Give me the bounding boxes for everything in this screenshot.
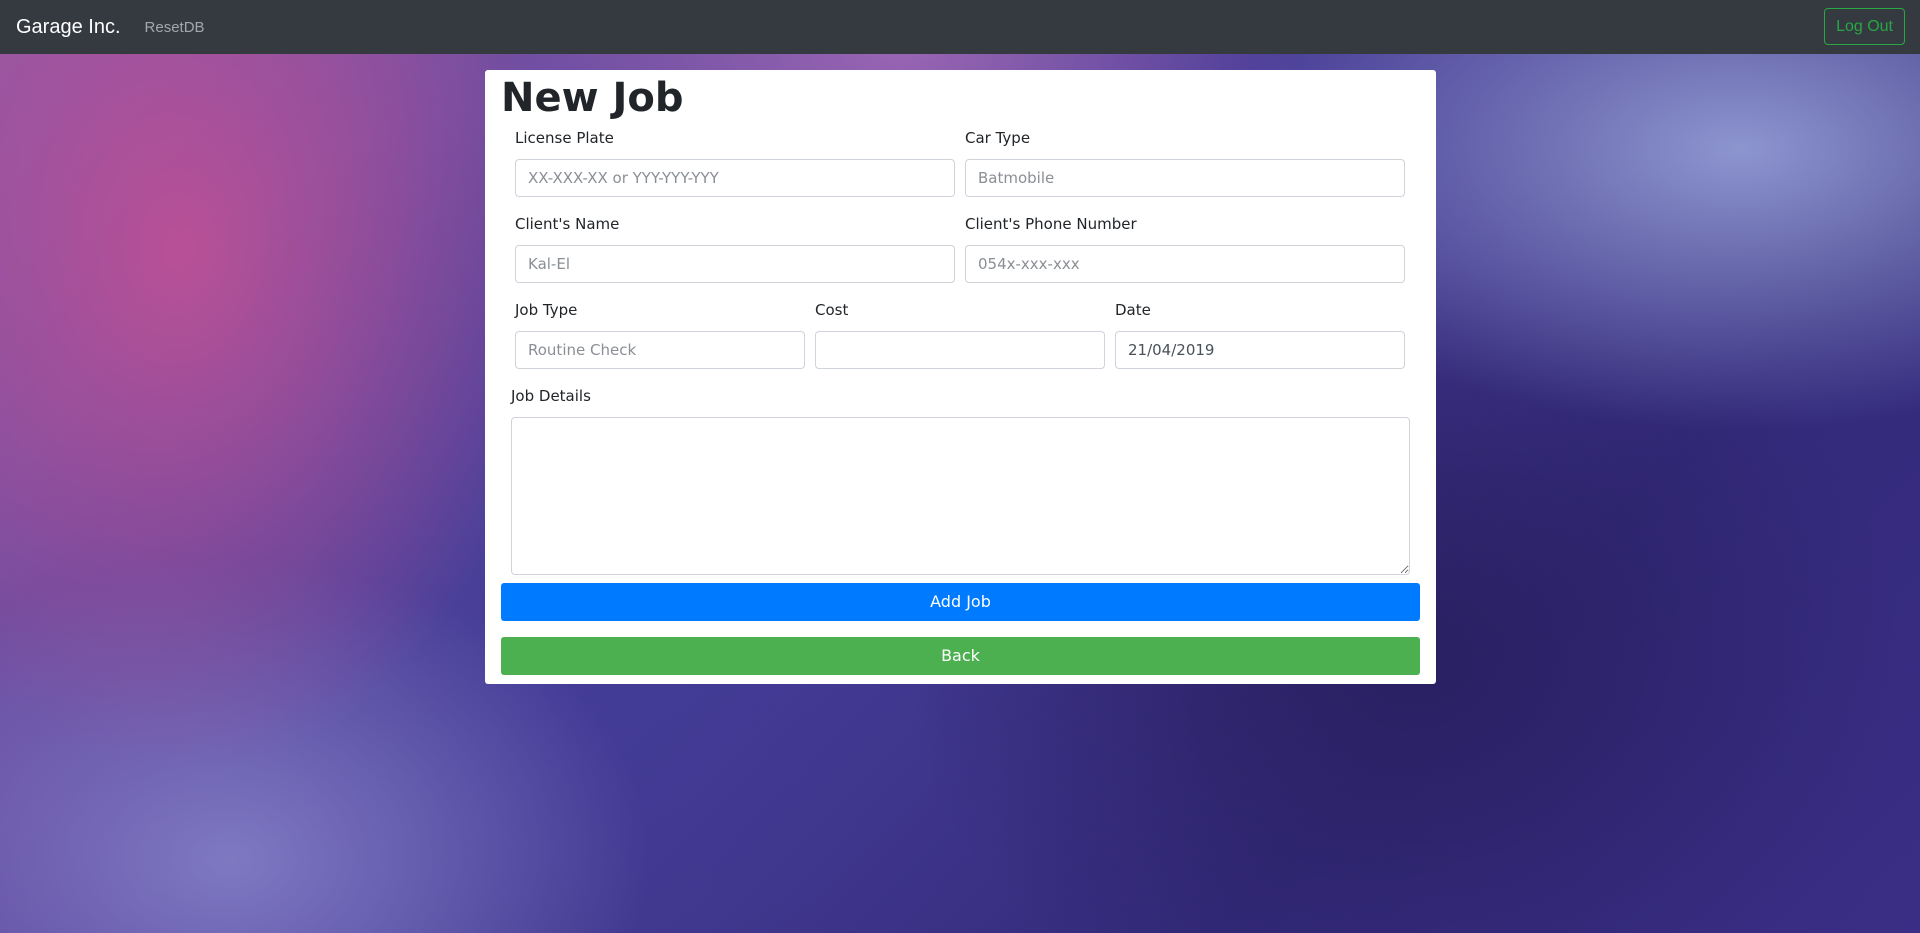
- job-details-textarea[interactable]: [511, 417, 1410, 575]
- logout-button[interactable]: Log Out: [1824, 8, 1905, 45]
- client-phone-label: Client's Phone Number: [965, 215, 1137, 233]
- car-type-label: Car Type: [965, 129, 1031, 147]
- cost-input[interactable]: [815, 331, 1105, 369]
- top-navbar: Garage Inc. ResetDB Log Out: [0, 0, 1920, 54]
- license-plate-label: License Plate: [515, 129, 614, 147]
- new-job-form-card: New Job License Plate Car Type Client's …: [485, 70, 1436, 684]
- client-name-input[interactable]: [515, 245, 955, 283]
- job-type-input[interactable]: [515, 331, 805, 369]
- date-input[interactable]: [1115, 331, 1405, 369]
- license-plate-input[interactable]: [515, 159, 955, 197]
- back-button[interactable]: Back: [501, 637, 1420, 675]
- car-type-input[interactable]: [965, 159, 1405, 197]
- reset-db-link[interactable]: ResetDB: [145, 19, 205, 36]
- brand-logo[interactable]: Garage Inc.: [16, 16, 121, 39]
- client-phone-input[interactable]: [965, 245, 1405, 283]
- job-details-label: Job Details: [511, 387, 591, 405]
- client-name-label: Client's Name: [515, 215, 620, 233]
- page-title: New Job: [501, 75, 684, 121]
- job-type-label: Job Type: [515, 301, 578, 319]
- cost-label: Cost: [815, 301, 849, 319]
- add-job-button[interactable]: Add Job: [501, 583, 1420, 621]
- date-label: Date: [1115, 301, 1151, 319]
